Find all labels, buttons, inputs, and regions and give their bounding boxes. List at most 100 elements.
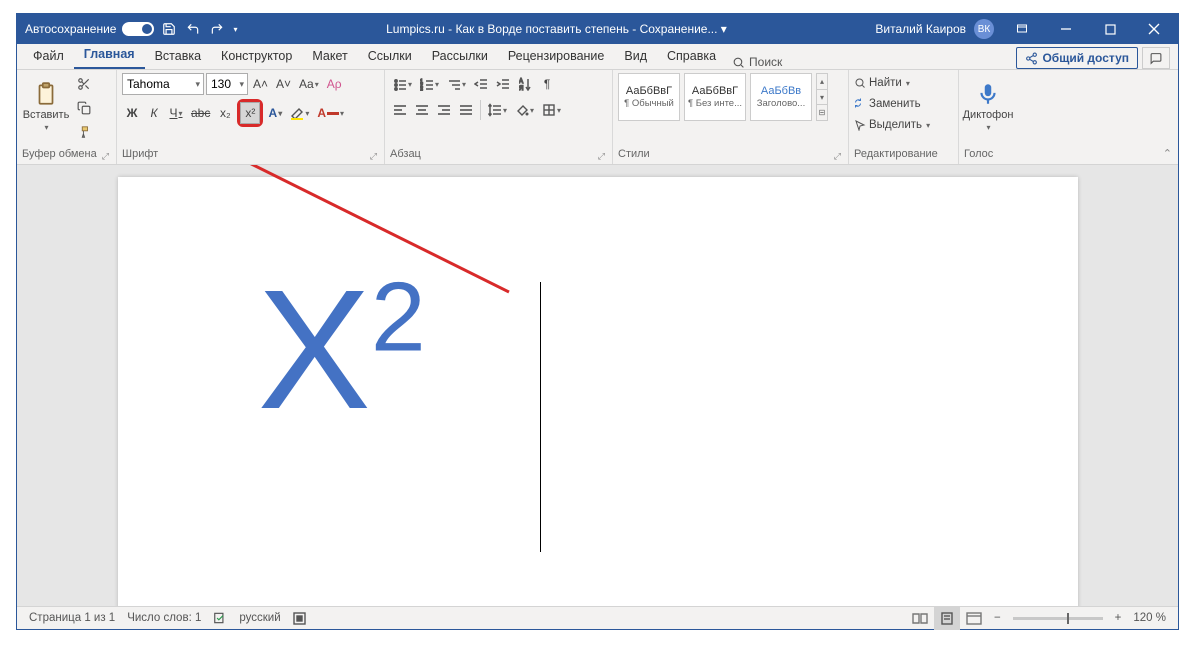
bold-button[interactable]: Ж [122, 102, 142, 124]
multilevel-button[interactable]: ▾ [444, 73, 469, 95]
increase-indent-button[interactable] [493, 73, 513, 95]
paragraph-launcher[interactable]: ⤢ [596, 151, 607, 162]
group-styles: АаБбВвГ¶ Обычный АаБбВвГ¶ Без инте... Аа… [613, 70, 849, 164]
text-cursor [540, 282, 541, 552]
underline-label: Ч [169, 106, 177, 120]
read-mode-button[interactable] [906, 607, 934, 630]
multilevel-icon [447, 77, 461, 91]
show-marks-button[interactable]: ¶ [537, 73, 557, 95]
tab-mailings[interactable]: Рассылки [422, 45, 498, 69]
strike-button[interactable]: abc [188, 102, 213, 124]
align-center-button[interactable] [412, 99, 432, 121]
tab-references[interactable]: Ссылки [358, 45, 422, 69]
user-avatar[interactable]: ВК [974, 19, 994, 39]
macro-indicator[interactable] [287, 607, 312, 630]
select-label: Выделить [869, 119, 922, 131]
close-button[interactable] [1134, 14, 1174, 44]
cut-button[interactable] [74, 73, 94, 95]
styles-scroll[interactable]: ▴▾⊟ [816, 73, 828, 121]
tab-view[interactable]: Вид [614, 45, 657, 69]
align-left-button[interactable] [390, 99, 410, 121]
find-button[interactable]: Найти▾ [854, 73, 953, 93]
zoom-slider[interactable] [1013, 617, 1103, 620]
numbering-button[interactable]: 123▾ [417, 73, 442, 95]
copy-button[interactable] [74, 97, 94, 119]
tab-layout[interactable]: Макет [302, 45, 357, 69]
document-area[interactable]: X2 [17, 165, 1178, 606]
save-icon[interactable] [160, 20, 178, 38]
tab-review[interactable]: Рецензирование [498, 45, 615, 69]
style-normal[interactable]: АаБбВвГ¶ Обычный [618, 73, 680, 121]
grow-font-button[interactable]: A˄ [250, 73, 271, 95]
copy-icon [77, 101, 91, 115]
replace-button[interactable]: Заменить [854, 94, 953, 114]
style-heading1[interactable]: АаБбВвЗаголово... [750, 73, 812, 121]
ribbon-display-icon[interactable] [1002, 14, 1042, 44]
web-layout-button[interactable] [960, 607, 988, 630]
group-clipboard-title: Буфер обмена [22, 146, 97, 162]
font-name-select[interactable]: Tahoma [122, 73, 204, 95]
shading-button[interactable]: ▾ [512, 99, 537, 121]
style-name: ¶ Обычный [624, 98, 674, 109]
maximize-button[interactable] [1090, 14, 1130, 44]
zoom-in-button[interactable]: + [1109, 607, 1128, 630]
zoom-level[interactable]: 120 % [1127, 607, 1172, 630]
superscript-highlight: x² [237, 99, 263, 127]
font-color-button[interactable]: A▾ [314, 102, 347, 124]
minimize-button[interactable] [1046, 14, 1086, 44]
font-size-select[interactable]: 130 [206, 73, 248, 95]
text-effects-button[interactable]: A▾ [265, 102, 285, 124]
dictate-button[interactable]: Диктофон▾ [964, 73, 1012, 139]
borders-button[interactable]: ▾ [539, 99, 564, 121]
style-name: ¶ Без инте... [688, 98, 742, 109]
group-voice: Диктофон▾ Голос [959, 70, 1029, 164]
autosave-toggle[interactable] [122, 22, 154, 36]
decrease-indent-button[interactable] [471, 73, 491, 95]
tab-insert[interactable]: Вставка [145, 45, 211, 69]
align-center-icon [415, 103, 429, 117]
shrink-font-button[interactable]: A˅ [273, 73, 294, 95]
comments-button[interactable] [1142, 47, 1170, 69]
redo-icon[interactable] [208, 20, 226, 38]
collapse-ribbon-button[interactable]: ⌃ [1163, 147, 1172, 160]
styles-launcher[interactable]: ⤢ [832, 151, 843, 162]
find-label: Найти [869, 77, 902, 89]
font-launcher[interactable]: ⤢ [368, 151, 379, 162]
style-nospacing[interactable]: АаБбВвГ¶ Без инте... [684, 73, 746, 121]
undo-icon[interactable] [184, 20, 202, 38]
superscript-button[interactable]: x² [240, 102, 260, 124]
indent-icon [496, 77, 510, 91]
line-spacing-button[interactable]: ▾ [485, 99, 510, 121]
language-indicator[interactable]: русский [233, 607, 286, 630]
color-swatch-icon [327, 112, 339, 115]
format-painter-button[interactable] [74, 121, 94, 143]
tab-design[interactable]: Конструктор [211, 45, 302, 69]
tab-file[interactable]: Файл [23, 45, 74, 69]
zoom-out-button[interactable]: − [988, 607, 1007, 630]
align-right-button[interactable] [434, 99, 454, 121]
select-button[interactable]: Выделить▾ [854, 115, 953, 135]
highlight-color-button[interactable]: ▾ [287, 102, 312, 124]
page-indicator[interactable]: Страница 1 из 1 [23, 607, 121, 630]
replace-label: Заменить [869, 98, 921, 110]
tab-home[interactable]: Главная [74, 43, 145, 69]
word-count[interactable]: Число слов: 1 [121, 607, 207, 630]
bullets-button[interactable]: ▾ [390, 73, 415, 95]
paste-label: Вставить [23, 109, 70, 121]
sort-button[interactable]: AЯ [515, 73, 535, 95]
print-layout-icon [940, 612, 954, 625]
italic-button[interactable]: К [144, 102, 164, 124]
paste-button[interactable]: Вставить ▾ [22, 73, 70, 139]
clipboard-launcher[interactable]: ⤢ [100, 151, 111, 162]
print-layout-button[interactable] [934, 607, 960, 630]
align-right-icon [437, 103, 451, 117]
share-button[interactable]: Общий доступ [1016, 47, 1138, 69]
spellcheck-button[interactable] [207, 607, 233, 630]
justify-button[interactable] [456, 99, 476, 121]
change-case-button[interactable]: Aa▾ [296, 73, 322, 95]
clear-format-button[interactable]: Aρ [324, 73, 345, 95]
underline-button[interactable]: Ч▾ [166, 102, 186, 124]
search-box[interactable]: Поиск [732, 55, 782, 69]
subscript-button[interactable]: x₂ [215, 102, 235, 124]
tab-help[interactable]: Справка [657, 45, 726, 69]
